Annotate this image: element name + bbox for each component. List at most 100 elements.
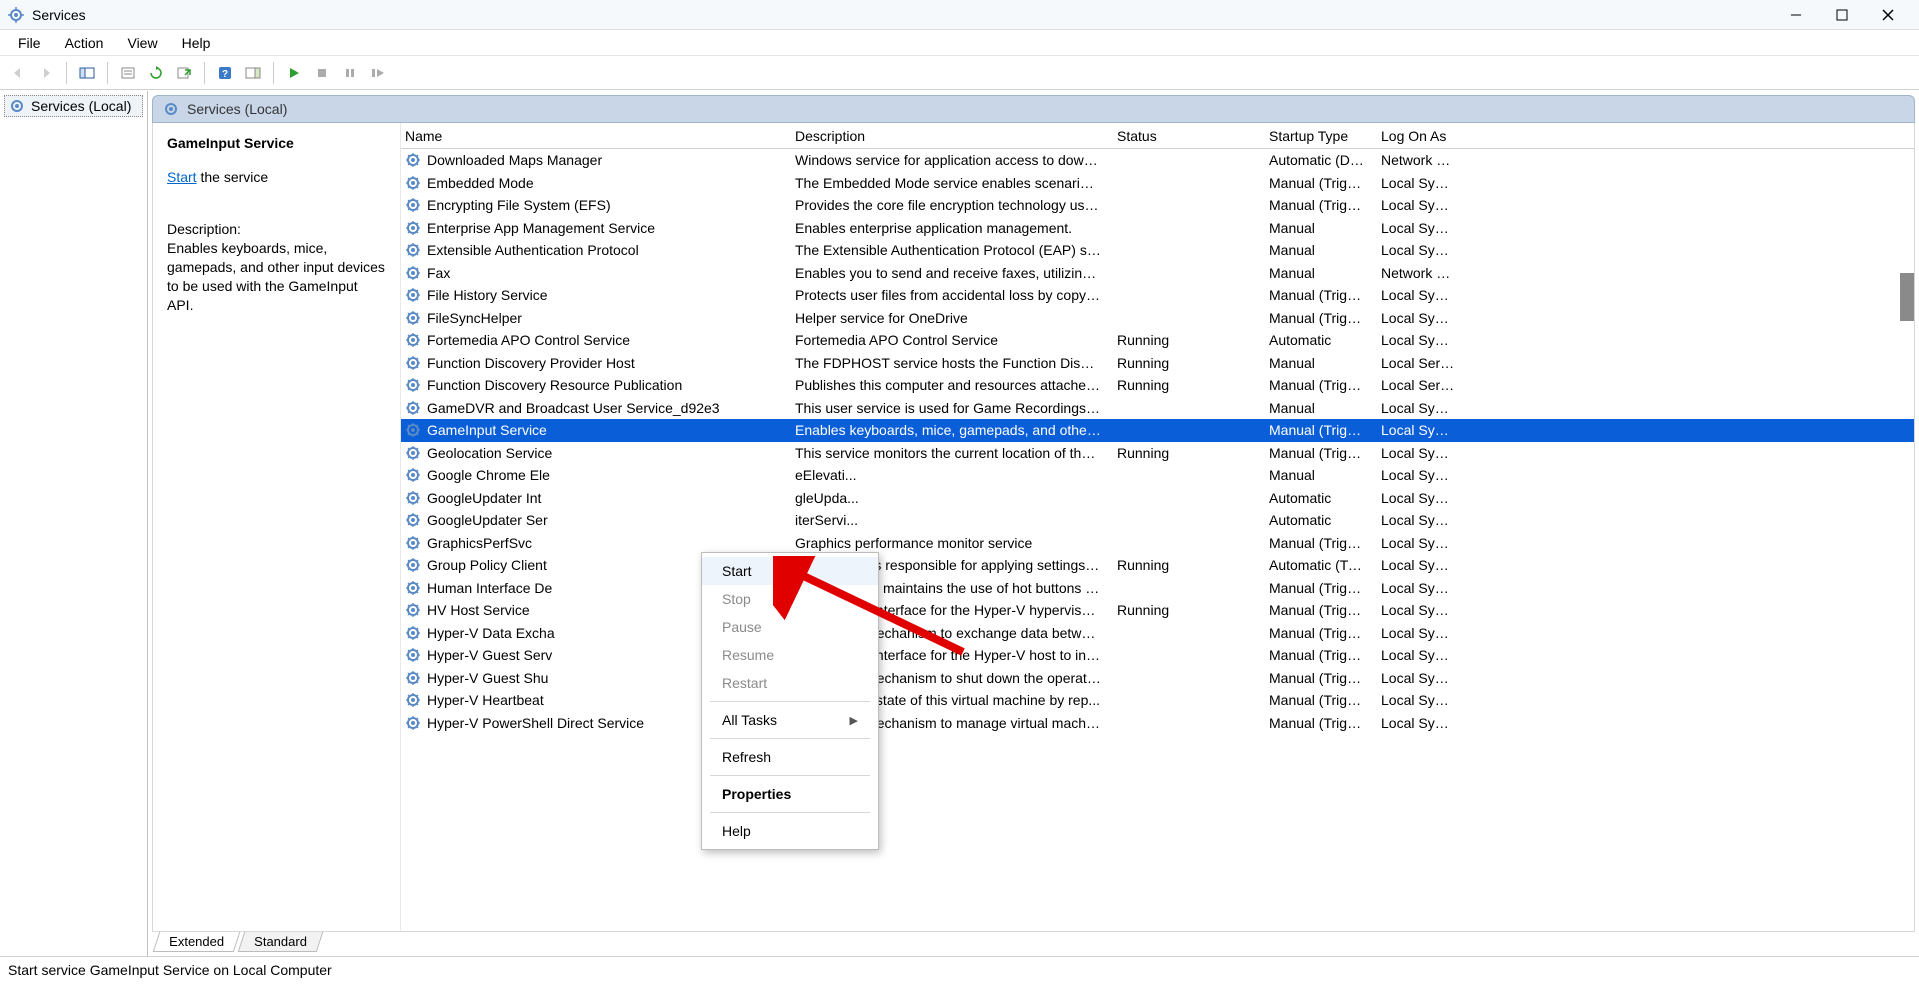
- service-row[interactable]: Downloaded Maps ManagerWindows service f…: [401, 149, 1914, 172]
- svg-text:?: ?: [222, 69, 228, 80]
- gear-icon: [9, 98, 25, 114]
- service-row[interactable]: Hyper-V Data ExchaProvides a mechanism t…: [401, 622, 1914, 645]
- ctx-refresh[interactable]: Refresh: [702, 743, 878, 771]
- service-name-cell: Geolocation Service: [401, 445, 787, 461]
- column-header-status[interactable]: Status: [1109, 125, 1261, 147]
- export-list-button[interactable]: [172, 61, 196, 85]
- service-startup-cell: Manual: [1261, 265, 1373, 281]
- menu-view[interactable]: View: [115, 32, 169, 54]
- service-row[interactable]: Enterprise App Management ServiceEnables…: [401, 217, 1914, 240]
- service-name-cell: Fortemedia APO Control Service: [401, 332, 787, 348]
- ctx-help[interactable]: Help: [702, 817, 878, 845]
- show-hide-tree-button[interactable]: [75, 61, 99, 85]
- service-desc-cell: Graphics performance monitor service: [787, 535, 1109, 551]
- service-name-text: Enterprise App Management Service: [427, 220, 655, 236]
- service-row[interactable]: Extensible Authentication ProtocolThe Ex…: [401, 239, 1914, 262]
- service-startup-cell: Manual: [1261, 242, 1373, 258]
- ctx-all-tasks[interactable]: All Tasks▶: [702, 706, 878, 734]
- ctx-resume[interactable]: Resume: [702, 641, 878, 669]
- back-button[interactable]: [6, 61, 30, 85]
- service-startup-cell: Manual (Trigg...: [1261, 602, 1373, 618]
- main-area: Services (Local) Services (Local) GameIn…: [0, 90, 1919, 956]
- service-row[interactable]: Google Chrome EleeElevati...ManualLocal …: [401, 464, 1914, 487]
- column-header-startup-type[interactable]: Startup Type: [1261, 125, 1373, 147]
- service-name-cell: FileSyncHelper: [401, 310, 787, 326]
- service-row[interactable]: Hyper-V Guest ShuProvides a mechanism to…: [401, 667, 1914, 690]
- selected-service-name: GameInput Service: [167, 135, 386, 151]
- service-name-cell: Extensible Authentication Protocol: [401, 242, 787, 258]
- service-name-text: Fax: [427, 265, 450, 281]
- column-header-name[interactable]: Name: [401, 125, 787, 147]
- column-header-log-on-as[interactable]: Log On As: [1373, 125, 1463, 147]
- service-status-cell: Running: [1109, 557, 1261, 573]
- service-name-cell: GraphicsPerfSvc: [401, 535, 787, 551]
- service-startup-cell: Manual (Trigg...: [1261, 445, 1373, 461]
- maximize-button[interactable]: [1819, 0, 1865, 30]
- menu-action[interactable]: Action: [53, 32, 116, 54]
- stop-service-button[interactable]: [310, 61, 334, 85]
- menu-file[interactable]: File: [6, 32, 53, 54]
- service-row[interactable]: Encrypting File System (EFS)Provides the…: [401, 194, 1914, 217]
- service-name-text: GameInput Service: [427, 422, 547, 438]
- service-row[interactable]: GoogleUpdater IntgleUpda...AutomaticLoca…: [401, 487, 1914, 510]
- service-row[interactable]: Fortemedia APO Control ServiceFortemedia…: [401, 329, 1914, 352]
- service-row[interactable]: HV Host ServiceProvides an interface for…: [401, 599, 1914, 622]
- service-logon-cell: Local System: [1373, 715, 1463, 731]
- ctx-properties[interactable]: Properties: [702, 780, 878, 808]
- menu-help[interactable]: Help: [170, 32, 223, 54]
- services-app-icon: [8, 7, 24, 23]
- refresh-button[interactable]: [144, 61, 168, 85]
- tree-root-services-local[interactable]: Services (Local): [4, 95, 143, 117]
- service-startup-cell: Manual (Trigg...: [1261, 535, 1373, 551]
- service-row[interactable]: Hyper-V HeartbeatMonitors the state of t…: [401, 689, 1914, 712]
- properties-button[interactable]: [116, 61, 140, 85]
- service-logon-cell: Local System: [1373, 332, 1463, 348]
- service-row[interactable]: Function Discovery Provider HostThe FDPH…: [401, 352, 1914, 375]
- service-row[interactable]: Geolocation ServiceThis service monitors…: [401, 442, 1914, 465]
- ctx-pause[interactable]: Pause: [702, 613, 878, 641]
- service-row[interactable]: GraphicsPerfSvcGraphics performance moni…: [401, 532, 1914, 555]
- restart-service-button[interactable]: [366, 61, 390, 85]
- service-row[interactable]: GameInput ServiceEnables keyboards, mice…: [401, 419, 1914, 442]
- forward-button[interactable]: [34, 61, 58, 85]
- tab-extended[interactable]: Extended: [153, 932, 240, 952]
- service-name-text: Hyper-V Guest Serv: [427, 647, 552, 663]
- gear-icon: [405, 332, 421, 348]
- pause-service-button[interactable]: [338, 61, 362, 85]
- service-row[interactable]: Embedded ModeThe Embedded Mode service e…: [401, 172, 1914, 195]
- context-menu: Start Stop Pause Resume Restart All Task…: [701, 552, 879, 850]
- service-row[interactable]: FileSyncHelperHelper service for OneDriv…: [401, 307, 1914, 330]
- service-row[interactable]: FaxEnables you to send and receive faxes…: [401, 262, 1914, 285]
- service-row[interactable]: Hyper-V Guest ServProvides an interface …: [401, 644, 1914, 667]
- service-row[interactable]: Human Interface DeActivates and maintain…: [401, 577, 1914, 600]
- service-desc-cell: Provides the core file encryption techno…: [787, 197, 1109, 213]
- start-service-link[interactable]: Start: [167, 169, 197, 185]
- gear-icon: [405, 355, 421, 371]
- description-text: Enables keyboards, mice, gamepads, and o…: [167, 239, 386, 315]
- service-row[interactable]: Group Policy ClientThe service is respon…: [401, 554, 1914, 577]
- help-button[interactable]: ?: [213, 61, 237, 85]
- gear-icon: [405, 445, 421, 461]
- scrollbar-thumb[interactable]: [1900, 273, 1914, 321]
- titlebar: Services: [0, 0, 1919, 30]
- service-row[interactable]: Function Discovery Resource PublicationP…: [401, 374, 1914, 397]
- ctx-start[interactable]: Start: [702, 557, 878, 585]
- close-button[interactable]: [1865, 0, 1911, 30]
- ctx-restart[interactable]: Restart: [702, 669, 878, 697]
- tab-standard[interactable]: Standard: [238, 932, 323, 952]
- service-logon-cell: Network Se...: [1373, 265, 1463, 281]
- action-pane-button[interactable]: [241, 61, 265, 85]
- service-startup-cell: Manual: [1261, 220, 1373, 236]
- list-body[interactable]: Downloaded Maps ManagerWindows service f…: [401, 149, 1914, 931]
- service-row[interactable]: GameDVR and Broadcast User Service_d92e3…: [401, 397, 1914, 420]
- ctx-stop[interactable]: Stop: [702, 585, 878, 613]
- service-row[interactable]: Hyper-V PowerShell Direct ServiceProvide…: [401, 712, 1914, 735]
- column-header-description[interactable]: Description: [787, 125, 1109, 147]
- service-row[interactable]: File History ServiceProtects user files …: [401, 284, 1914, 307]
- status-bar-text: Start service GameInput Service on Local…: [8, 962, 332, 978]
- minimize-button[interactable]: [1773, 0, 1819, 30]
- content-header: Services (Local): [152, 95, 1915, 123]
- service-startup-cell: Manual: [1261, 355, 1373, 371]
- service-row[interactable]: GoogleUpdater SeriterServi...AutomaticLo…: [401, 509, 1914, 532]
- start-service-button[interactable]: [282, 61, 306, 85]
